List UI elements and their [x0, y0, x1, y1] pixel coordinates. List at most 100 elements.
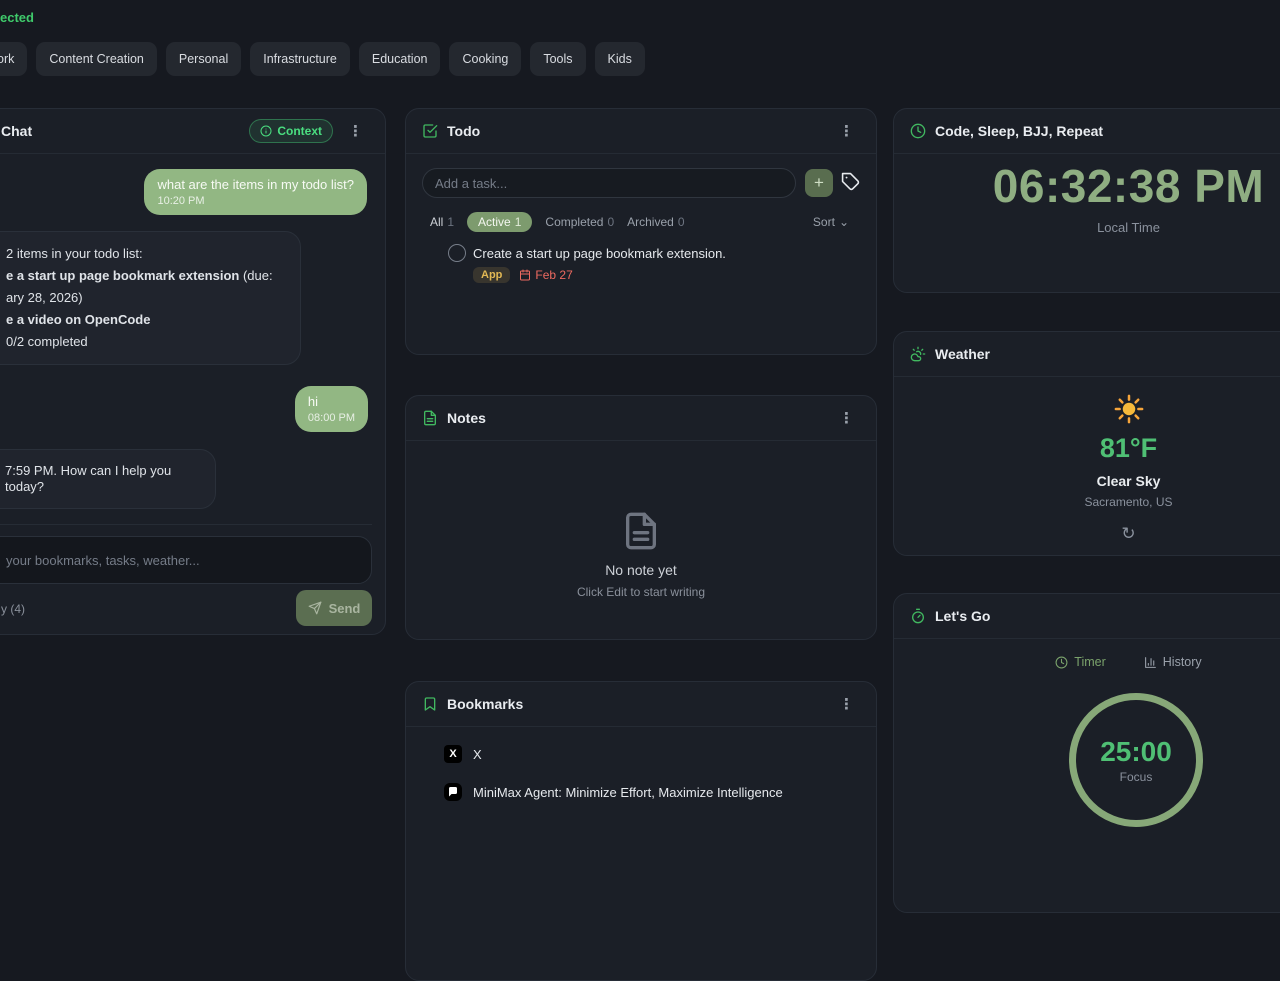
todo-widget: Todo ⋮ + All1 Active1 Completed0 Archive… [405, 108, 877, 355]
weather-title: Weather [935, 346, 990, 362]
cloud-sun-icon [910, 346, 926, 362]
chat-divider [0, 524, 372, 525]
clock-subtitle: Local Time [894, 220, 1280, 235]
stopwatch-icon [910, 608, 926, 624]
timer-time: 25:00 [1100, 736, 1172, 768]
tab-content-creation[interactable]: Content Creation [36, 42, 157, 76]
clock-time: 06:32:38 PM [894, 159, 1280, 213]
todo-title: Todo [447, 123, 480, 139]
chat-title: Chat [1, 123, 32, 139]
bar-chart-icon [1144, 656, 1157, 669]
chat-message-assistant: 2 items in your todo list: e a start up … [0, 231, 301, 365]
clock-header: Code, Sleep, BJJ, Repeat [894, 109, 1280, 154]
tab-tools[interactable]: Tools [530, 42, 585, 76]
bookmark-label: MiniMax Agent: Minimize Effort, Maximize… [473, 785, 783, 800]
chat-message-time: 08:00 PM [308, 412, 355, 424]
chat-message-user: hi 08:00 PM [295, 386, 368, 432]
chat-message-line: 2 items in your todo list: [6, 243, 286, 265]
chat-menu-button[interactable]: ⋮ [342, 120, 369, 142]
filter-completed[interactable]: Completed0 [545, 215, 614, 229]
notes-empty-title: No note yet [605, 562, 677, 578]
send-button-label: Send [329, 601, 361, 616]
weather-condition: Clear Sky [1097, 473, 1161, 489]
chat-header: Chat Context ⋮ [0, 109, 385, 154]
bookmarks-widget: Bookmarks ⋮ X X MiniMax Agent: Minimize … [405, 681, 877, 981]
calendar-icon [519, 269, 531, 281]
weather-temperature: 81°F [1100, 433, 1157, 464]
weather-header: Weather [894, 332, 1280, 377]
pomodoro-widget: Let's Go Timer History 25:00 Focus [893, 593, 1280, 913]
info-icon [260, 125, 272, 137]
pomodoro-header: Let's Go [894, 594, 1280, 639]
x-favicon: X [444, 745, 462, 763]
bookmark-item[interactable]: MiniMax Agent: Minimize Effort, Maximize… [444, 783, 783, 801]
tag-icon[interactable] [841, 172, 860, 191]
chat-input[interactable] [0, 536, 372, 584]
check-square-icon [422, 123, 438, 139]
pomodoro-tabs: Timer History [894, 654, 1280, 670]
task-due-date: Feb 27 [535, 268, 572, 282]
minimax-favicon [444, 783, 462, 801]
chat-message-time: 10:20 PM [157, 195, 354, 207]
tab-kids[interactable]: Kids [595, 42, 645, 76]
tab-infrastructure[interactable]: Infrastructure [250, 42, 350, 76]
tab-personal[interactable]: Personal [166, 42, 241, 76]
bookmark-item[interactable]: X X [444, 745, 482, 763]
sort-dropdown[interactable]: Sort ⌄ [813, 215, 849, 229]
clock-title: Code, Sleep, BJJ, Repeat [935, 123, 1103, 139]
weather-widget: Weather 81°F Clear Sky Sacramento, US ↻ [893, 331, 1280, 556]
send-button[interactable]: Send [296, 590, 372, 626]
chat-widget: Chat Context ⋮ what are the items in my … [0, 108, 386, 635]
connection-status: ected [0, 10, 34, 25]
category-tabs: ork Content Creation Personal Infrastruc… [0, 42, 645, 76]
task-text[interactable]: Create a start up page bookmark extensio… [473, 246, 726, 261]
context-button-label: Context [277, 124, 322, 138]
chat-footer-counter[interactable]: y (4) [1, 602, 25, 616]
clock-widget: Code, Sleep, BJJ, Repeat 06:32:38 PM Loc… [893, 108, 1280, 293]
bookmarks-menu-button[interactable]: ⋮ [833, 693, 860, 715]
filter-all[interactable]: All1 [430, 215, 454, 229]
bookmarks-header: Bookmarks ⋮ [406, 682, 876, 727]
todo-menu-button[interactable]: ⋮ [833, 120, 860, 142]
weather-body: 81°F Clear Sky Sacramento, US ↻ [894, 394, 1280, 545]
clock-icon [1055, 656, 1068, 669]
chat-message-line: 0/2 completed [6, 331, 286, 353]
chat-message-line: ary 28, 2026) [6, 287, 286, 309]
notes-header: Notes ⋮ [406, 396, 876, 441]
todo-filters: All1 Active1 Completed0 Archived0 [430, 212, 685, 232]
sun-icon [1114, 394, 1144, 424]
tab-cooking[interactable]: Cooking [449, 42, 521, 76]
chat-message-assistant: 7:59 PM. How can I help you today? [0, 449, 216, 509]
todo-header: Todo ⋮ [406, 109, 876, 154]
task-checkbox[interactable] [448, 244, 466, 262]
task-due: Feb 27 [519, 268, 572, 282]
tab-history[interactable]: History [1138, 654, 1208, 670]
chat-message-text: hi [308, 394, 355, 409]
chat-message-user: what are the items in my todo list? 10:2… [144, 169, 367, 215]
chat-message-line: e a start up page bookmark extension (du… [6, 265, 286, 287]
filter-active[interactable]: Active1 [467, 212, 532, 232]
notes-menu-button[interactable]: ⋮ [833, 407, 860, 429]
task-meta: App Feb 27 [473, 267, 573, 283]
filter-archived[interactable]: Archived0 [627, 215, 684, 229]
notes-title: Notes [447, 410, 486, 426]
weather-location: Sacramento, US [1084, 495, 1172, 509]
timer-mode: Focus [1120, 770, 1153, 784]
notes-widget: Notes ⋮ No note yet Click Edit to start … [405, 395, 877, 640]
tab-education[interactable]: Education [359, 42, 441, 76]
refresh-icon[interactable]: ↻ [1115, 523, 1141, 545]
bookmarks-title: Bookmarks [447, 696, 523, 712]
paper-plane-icon [308, 601, 322, 615]
tab-timer[interactable]: Timer [1049, 654, 1111, 670]
chat-message-line: e a video on OpenCode [6, 309, 286, 331]
file-text-icon [422, 410, 438, 426]
notes-empty-state: No note yet Click Edit to start writing [406, 511, 876, 599]
task-tag-badge: App [473, 267, 510, 283]
chat-message-text: what are the items in my todo list? [157, 177, 354, 192]
add-task-button[interactable]: + [805, 169, 833, 197]
add-task-input[interactable] [422, 168, 796, 198]
bookmark-icon [422, 696, 438, 712]
context-button[interactable]: Context [249, 119, 333, 143]
tab-work[interactable]: ork [0, 42, 27, 76]
chat-message-line: 7:59 PM. How can I help you today? [5, 463, 201, 495]
